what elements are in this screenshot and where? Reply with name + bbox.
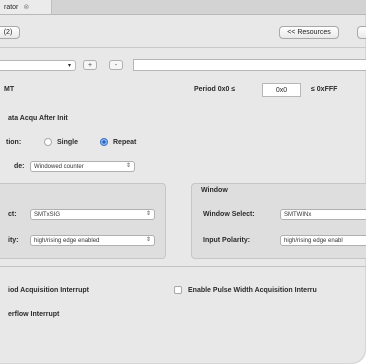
window-select[interactable]: SMTWINx <box>280 209 366 220</box>
repeat-radio[interactable] <box>100 138 108 146</box>
window-polarity-value: high/rising edge enabl <box>284 237 343 244</box>
updown-arrow-icon: ⇕ <box>125 163 131 169</box>
counter-label: de: <box>14 163 25 170</box>
window-polarity-label: Input Polarity: <box>203 237 251 244</box>
signal-group <box>0 183 166 259</box>
header-left-label: MT <box>4 86 15 93</box>
signal-polarity-select[interactable]: high/rising edge enabled ⇕ <box>30 235 155 246</box>
mode-label: tion: <box>6 139 22 146</box>
top-select[interactable]: ▾ <box>0 60 76 71</box>
remove-button[interactable]: - <box>109 60 123 70</box>
period-label: Period 0x0 ≤ <box>194 86 236 93</box>
toolbar-divider <box>0 47 366 48</box>
signal-select-label: ct: <box>8 211 17 218</box>
updown-arrow-icon: ⇕ <box>145 211 151 217</box>
period-max-label: ≤ 0xFFF <box>311 86 338 93</box>
signal-polarity-label: ity: <box>8 237 19 244</box>
counter-select-value: Windowed counter <box>34 163 84 170</box>
signal-polarity-value: high/rising edge enabled <box>34 237 100 244</box>
after-init-label: ata Acqu After Init <box>8 115 68 122</box>
single-radio[interactable] <box>44 138 52 146</box>
window-group <box>191 183 366 259</box>
tab-bar: rator ⊗ <box>0 0 366 15</box>
signal-select[interactable]: SMTxSIG ⇕ <box>30 209 155 220</box>
top-input[interactable] <box>133 59 366 71</box>
toolbar-left-button[interactable]: (2) <box>0 26 20 39</box>
toolbar-right-button[interactable] <box>357 26 366 39</box>
close-icon[interactable]: ⊗ <box>23 3 29 11</box>
pulse-width-interrupt-label: Enable Pulse Width Acquisition Interru <box>188 287 317 294</box>
updown-arrow-icon: ⇕ <box>145 237 151 243</box>
window-polarity-select[interactable]: high/rising edge enabl <box>280 235 366 246</box>
period-input[interactable]: 0x0 <box>262 83 301 97</box>
resources-button[interactable]: << Resources <box>279 26 339 39</box>
counter-select[interactable]: Windowed counter ⇕ <box>30 161 135 172</box>
window-select-value: SMTWINx <box>284 211 312 218</box>
period-acq-interrupt-label: iod Acquisition Interrupt <box>8 287 90 294</box>
tab-editor[interactable]: rator ⊗ <box>0 0 52 14</box>
section-divider <box>0 266 366 267</box>
repeat-label: Repeat <box>113 139 137 146</box>
window-group-title: Window <box>201 187 228 194</box>
overflow-interrupt-label: erflow Interrupt <box>8 311 60 318</box>
add-button[interactable]: + <box>83 60 97 70</box>
single-label: Single <box>57 139 79 146</box>
signal-select-value: SMTxSIG <box>34 211 61 218</box>
window-frame: rator ⊗ (2) << Resources ▾ + - MT Period… <box>0 0 366 364</box>
chevron-down-icon: ▾ <box>67 63 71 69</box>
period-value: 0x0 <box>275 86 288 94</box>
tab-label: rator <box>4 3 19 11</box>
pulse-width-interrupt-checkbox[interactable] <box>174 286 182 294</box>
window-select-label: Window Select: <box>203 211 255 218</box>
